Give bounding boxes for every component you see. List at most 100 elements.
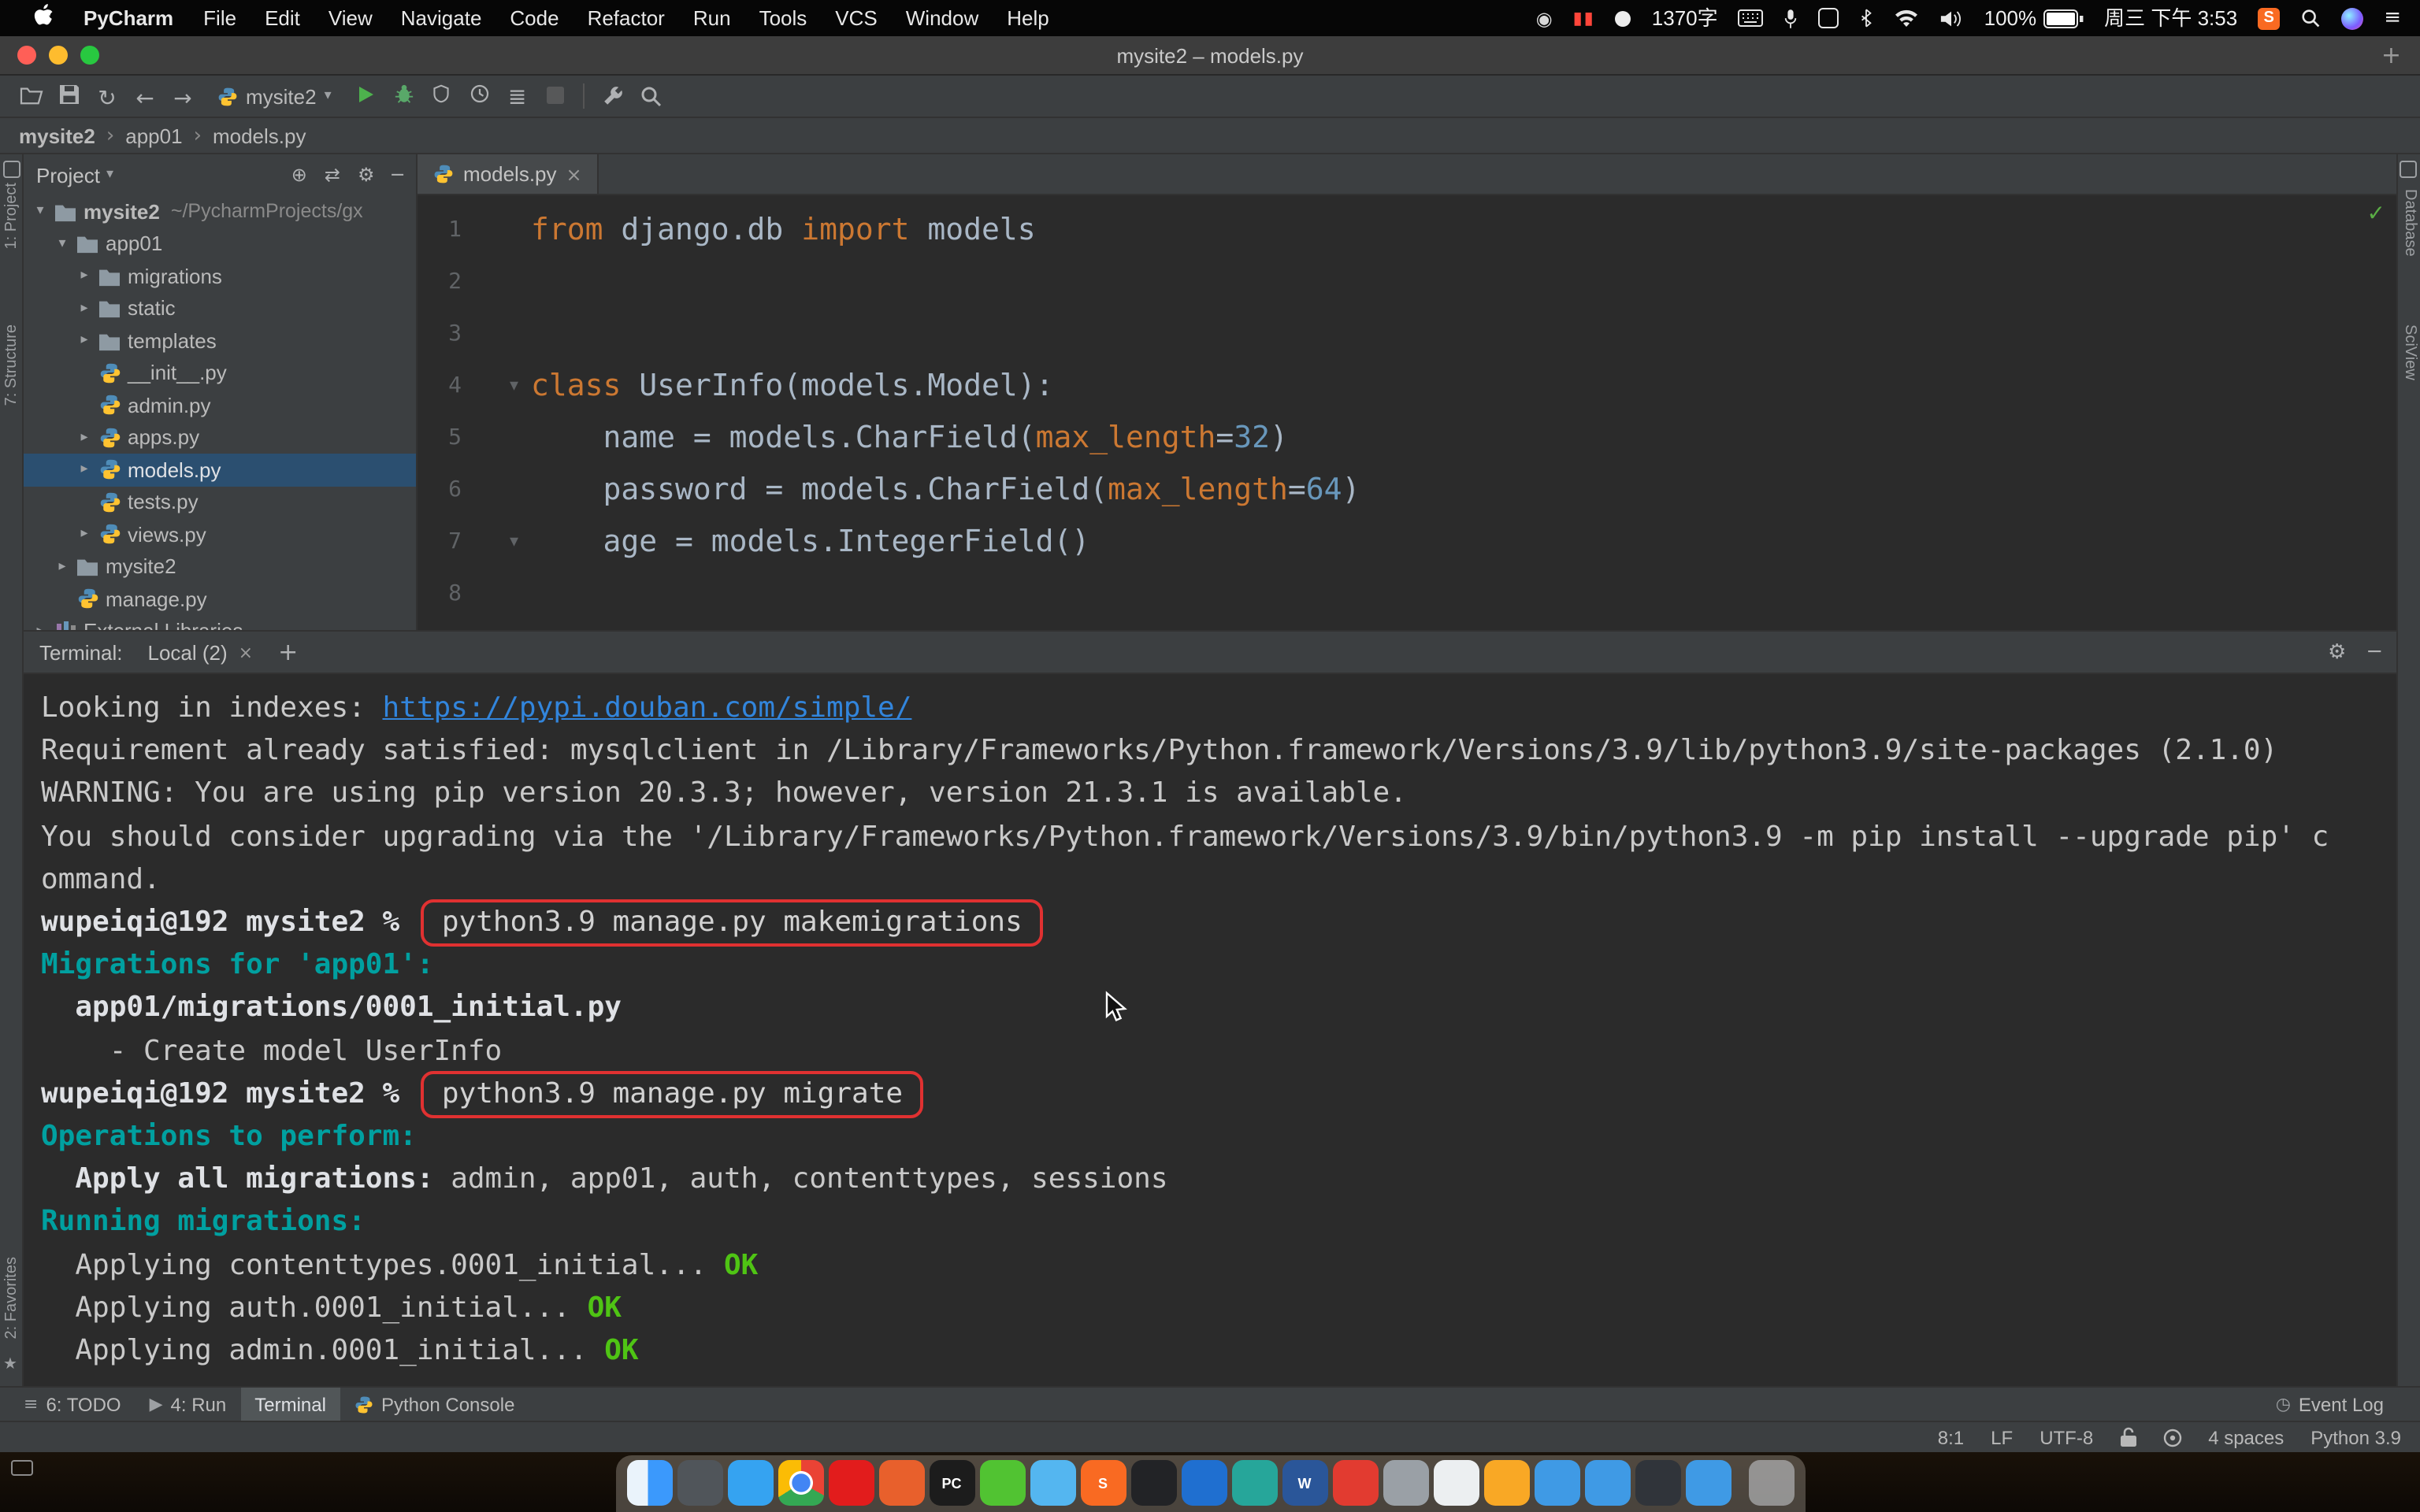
dock-folder-3[interactable] <box>1685 1460 1731 1506</box>
editor-line[interactable]: 1from django.db import models <box>418 203 2396 255</box>
inspections-ok-icon[interactable]: ✓ <box>2367 202 2385 227</box>
project-panel-title[interactable]: Project <box>36 163 100 187</box>
concurrency-button[interactable]: ≣ <box>499 81 536 116</box>
tree-expand-icon[interactable]: ▸ <box>74 333 95 349</box>
dock-folder-1[interactable] <box>1534 1460 1579 1506</box>
dock-music[interactable] <box>828 1460 874 1506</box>
terminal-output[interactable]: Looking in indexes: https://pypi.douban.… <box>24 674 2396 1386</box>
toolwindow-button-project[interactable]: 1: Project <box>3 183 20 250</box>
hide-panel-icon[interactable]: ─ <box>392 164 403 186</box>
terminal-link[interactable]: https://pypi.douban.com/simple/ <box>383 691 912 724</box>
menu-vcs[interactable]: VCS <box>821 6 891 30</box>
project-stripe-icon[interactable] <box>3 161 20 178</box>
coverage-button[interactable] <box>423 77 461 112</box>
tree-expand-icon[interactable]: ▸ <box>30 624 50 631</box>
editor-line[interactable]: 4▾class UserInfo(models.Model): <box>418 359 2396 411</box>
menu-app-name[interactable]: PyCharm <box>68 6 189 30</box>
tree-item-static[interactable]: ▸static <box>24 292 416 324</box>
run-button[interactable] <box>347 78 385 113</box>
status-control-center[interactable]: ≡ <box>2384 8 2401 28</box>
tree-item-manage-py[interactable]: manage.py <box>24 583 416 615</box>
dock-wechat[interactable] <box>979 1460 1025 1506</box>
toolwindow-button-structure[interactable]: 7: Structure <box>3 324 20 406</box>
fold-marker-icon[interactable]: ▾ <box>462 375 531 395</box>
tree-item-init-py[interactable]: __init__.py <box>24 357 416 389</box>
menu-edit[interactable]: Edit <box>251 6 314 30</box>
zoom-window-button[interactable] <box>80 46 99 65</box>
tree-item-app01[interactable]: ▾app01 <box>24 228 416 260</box>
menu-run[interactable]: Run <box>679 6 745 30</box>
tree-expand-icon[interactable]: ▸ <box>74 301 95 317</box>
forward-button[interactable]: → <box>164 81 202 116</box>
toolwindow-4-run[interactable]: ▶4: Run <box>135 1388 241 1421</box>
dock-app-black[interactable] <box>1130 1460 1176 1506</box>
profiler-button[interactable] <box>461 77 499 112</box>
tree-expand-icon[interactable]: ▸ <box>52 559 72 575</box>
menu-navigate[interactable]: Navigate <box>387 6 496 30</box>
tree-item-views-py[interactable]: ▸views.py <box>24 518 416 550</box>
new-tab-icon[interactable]: + <box>2381 41 2401 69</box>
close-terminal-tab-icon[interactable]: × <box>239 642 253 662</box>
python-interpreter[interactable]: Python 3.9 <box>2311 1426 2401 1448</box>
inspector-icon[interactable] <box>2162 1428 2181 1447</box>
status-bluetooth[interactable] <box>1860 8 1874 28</box>
collapse-all-icon[interactable]: ⇄ <box>325 164 340 186</box>
tree-collapse-icon[interactable]: ▾ <box>52 236 72 252</box>
open-folder-button[interactable] <box>13 77 50 112</box>
dock-safari[interactable] <box>727 1460 773 1506</box>
new-terminal-session-icon[interactable]: + <box>278 638 298 666</box>
chevron-down-icon[interactable]: ▾ <box>106 167 113 183</box>
highlighted-command[interactable]: python3.9 manage.py migrate <box>421 1071 923 1118</box>
status-sogou[interactable]: S <box>2258 7 2280 29</box>
settings-icon[interactable]: ⚙ <box>358 164 375 186</box>
dock-sogou-input[interactable]: S <box>1080 1460 1126 1506</box>
search-button[interactable] <box>633 78 670 113</box>
editor-line[interactable]: 6 password = models.CharField(max_length… <box>418 463 2396 515</box>
menu-view[interactable]: View <box>314 6 387 30</box>
back-button[interactable]: ← <box>126 81 164 116</box>
editor-line[interactable]: 8 <box>418 567 2396 619</box>
toolwindow-button-database[interactable]: Database <box>2401 189 2418 257</box>
editor-line[interactable]: 5 name = models.CharField(max_length=32) <box>418 411 2396 463</box>
editor-line[interactable]: 2 <box>418 255 2396 307</box>
database-stripe-icon[interactable] <box>2400 161 2417 178</box>
dock-app-dark[interactable] <box>677 1460 722 1506</box>
locate-icon[interactable]: ⊕ <box>291 164 307 186</box>
file-encoding[interactable]: UTF-8 <box>2040 1426 2093 1448</box>
dock-chrome[interactable] <box>778 1460 823 1506</box>
tree-item-mysite2[interactable]: ▾mysite2~/PycharmProjects/gx <box>24 195 416 228</box>
editor-line[interactable]: 3 <box>418 307 2396 359</box>
status-volume[interactable] <box>1940 9 1964 28</box>
dock-browser-orange[interactable] <box>878 1460 924 1506</box>
menu-code[interactable]: Code <box>496 6 573 30</box>
line-separator[interactable]: LF <box>1991 1426 2013 1448</box>
dock-edge[interactable] <box>1181 1460 1227 1506</box>
tree-expand-icon[interactable]: ▸ <box>74 462 95 478</box>
status-pause[interactable]: ▮▮ <box>1573 9 1595 27</box>
toolwindow-6-todo[interactable]: ≡6: TODO <box>9 1388 135 1421</box>
status-screen-record[interactable]: ◉ <box>1536 9 1553 28</box>
tree-collapse-icon[interactable]: ▾ <box>30 204 50 220</box>
dock-wps[interactable] <box>1332 1460 1378 1506</box>
toolwindow-event-log[interactable]: ◷Event Log <box>2262 1393 2398 1415</box>
dock-display[interactable] <box>1635 1460 1680 1506</box>
status-keyboard[interactable] <box>1739 9 1764 27</box>
stop-button[interactable] <box>536 79 574 113</box>
wrench-button[interactable] <box>595 78 633 113</box>
fold-marker-icon[interactable]: ▾ <box>462 531 531 551</box>
dock-app-orange[interactable] <box>1483 1460 1529 1506</box>
status-clock[interactable]: 周三 下午 3:53 <box>2104 8 2237 28</box>
status-mic[interactable] <box>1784 7 1798 29</box>
tree-item-templates[interactable]: ▸templates <box>24 324 416 357</box>
close-window-button[interactable] <box>17 46 36 65</box>
dock-app-teal[interactable] <box>1231 1460 1277 1506</box>
dock-finder[interactable] <box>626 1460 672 1506</box>
toolwindow-button-sciview[interactable]: SciView <box>2401 324 2418 380</box>
save-button[interactable] <box>50 76 88 111</box>
tree-expand-icon[interactable]: ▸ <box>74 269 95 284</box>
tree-item-external-libraries[interactable]: ▸External Libraries <box>24 615 416 630</box>
highlighted-command[interactable]: python3.9 manage.py makemigrations <box>421 899 1043 947</box>
status-input-source[interactable] <box>1819 8 1839 28</box>
tree-item-mysite2[interactable]: ▸mysite2 <box>24 550 416 583</box>
debug-button[interactable] <box>385 77 423 112</box>
